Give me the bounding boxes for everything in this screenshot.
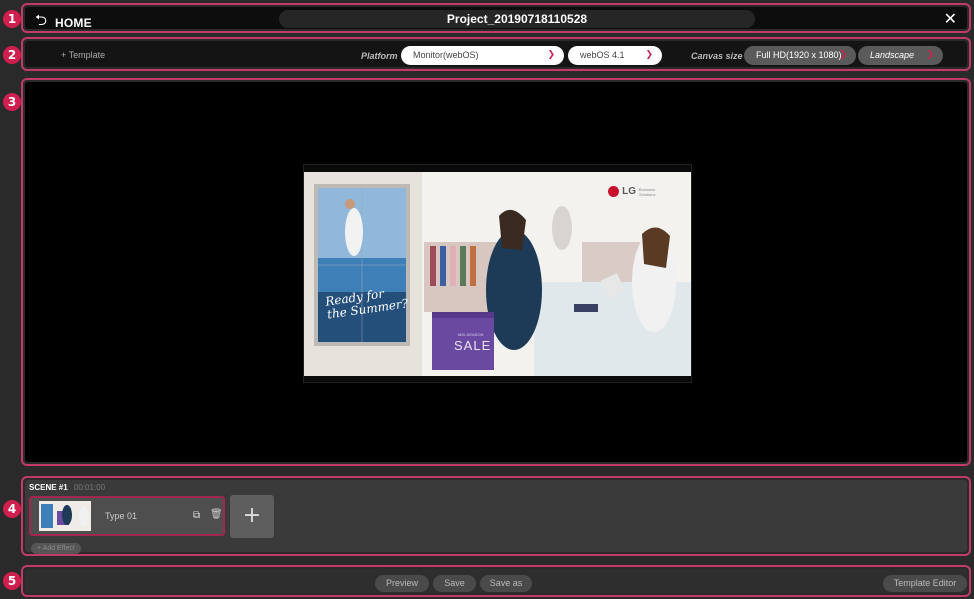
section-badge-1: 1 bbox=[3, 10, 21, 28]
preview-button[interactable]: Preview bbox=[375, 575, 429, 592]
add-template-link[interactable]: + Template bbox=[61, 50, 105, 60]
delete-icon[interactable]: 🗑 bbox=[210, 509, 223, 520]
preview-image: LG Business Solutions Ready for the Summ… bbox=[304, 172, 691, 376]
save-as-button[interactable]: Save as bbox=[480, 575, 532, 592]
canvas-size-label: Canvas size bbox=[691, 51, 743, 61]
section-badge-3: 3 bbox=[3, 93, 21, 111]
scene-name: SCENE #1 bbox=[29, 483, 68, 492]
back-arrow-icon: ⮌ bbox=[35, 11, 48, 29]
bag-sale-text: SALE bbox=[454, 338, 492, 353]
project-title: Project_20190718110528 bbox=[279, 10, 755, 28]
os-version-select[interactable]: webOS 4.1 ❯ bbox=[568, 46, 662, 65]
chevron-down-icon: ❯ bbox=[926, 50, 934, 60]
add-scene-button[interactable]: + bbox=[230, 495, 274, 538]
scene-header: SCENE #1 00:01:00 bbox=[29, 483, 105, 492]
lg-logo: LG Business Solutions bbox=[608, 186, 661, 197]
home-button[interactable]: ⮌ HOME bbox=[35, 10, 92, 35]
platform-value: Monitor(webOS) bbox=[413, 50, 479, 60]
resolution-value: Full HD(1920 x 1080) bbox=[756, 50, 842, 60]
scene-duration: 00:01:00 bbox=[73, 483, 106, 492]
orientation-value: Landscape bbox=[870, 50, 915, 60]
os-version-value: webOS 4.1 bbox=[580, 50, 625, 60]
chevron-down-icon: ❯ bbox=[839, 50, 847, 60]
orientation-select[interactable]: Landscape ❯ bbox=[858, 46, 943, 65]
resolution-select[interactable]: Full HD(1920 x 1080) ❯ bbox=[744, 46, 856, 65]
home-label: HOME bbox=[55, 15, 92, 30]
timeline-panel: SCENE #1 00:01:00 Type 01 ⧉ 🗑 + + Add Ef… bbox=[21, 476, 971, 556]
footer-panel: Preview Save Save as Template Editor bbox=[21, 565, 971, 597]
section-badge-2: 2 bbox=[3, 46, 21, 64]
section-badge-5: 5 bbox=[3, 572, 21, 590]
bag-small-text: MID-SEASON bbox=[458, 332, 484, 337]
scene-thumbnail bbox=[39, 501, 91, 531]
duplicate-icon[interactable]: ⧉ bbox=[193, 510, 200, 521]
chevron-down-icon: ❯ bbox=[645, 50, 653, 60]
options-panel: + Template Platform Monitor(webOS) ❯ web… bbox=[21, 37, 971, 71]
add-effect-button[interactable]: + Add Effect bbox=[31, 543, 81, 554]
canvas-panel: LG Business Solutions Ready for the Summ… bbox=[21, 78, 971, 466]
lg-logo-subtext: Business Solutions bbox=[639, 186, 656, 197]
platform-select[interactable]: Monitor(webOS) ❯ bbox=[401, 46, 564, 65]
lg-logo-mark-icon bbox=[608, 186, 620, 197]
section-badge-4: 4 bbox=[3, 500, 21, 518]
template-editor-button[interactable]: Template Editor bbox=[883, 575, 967, 592]
chevron-down-icon: ❯ bbox=[547, 50, 555, 60]
scene-card[interactable]: Type 01 ⧉ 🗑 bbox=[29, 496, 225, 536]
header-panel: ⮌ HOME Project_20190718110528 ✕ bbox=[21, 3, 971, 33]
platform-label: Platform bbox=[361, 51, 398, 61]
close-icon[interactable]: ✕ bbox=[944, 9, 957, 28]
save-button[interactable]: Save bbox=[433, 575, 476, 592]
lg-logo-text: LG bbox=[622, 186, 636, 197]
scene-type-label: Type 01 bbox=[105, 511, 138, 521]
preview-frame[interactable]: LG Business Solutions Ready for the Summ… bbox=[303, 164, 692, 383]
